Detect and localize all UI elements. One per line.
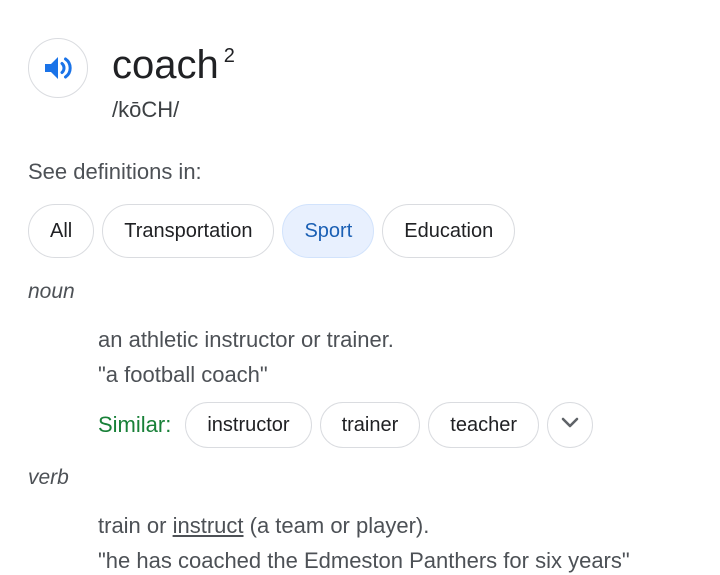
verb-definition-start: train or	[98, 513, 173, 538]
part-of-speech-noun: noun	[28, 280, 75, 303]
headword-block: coach 2 /kōCH/	[112, 42, 235, 124]
chip-transportation[interactable]: Transportation	[102, 204, 275, 258]
see-definitions-label: See definitions in:	[28, 159, 202, 184]
chip-sport[interactable]: Sport	[282, 204, 375, 258]
verb-definition: train or instruct (a team or player).	[98, 512, 429, 540]
chevron-down-icon	[560, 416, 580, 435]
similar-words-row: Similar: instructor trainer teacher	[98, 402, 594, 448]
part-of-speech-verb: verb	[28, 466, 69, 489]
chip-all[interactable]: All	[28, 204, 95, 258]
verb-example: "he has coached the Edmeston Panthers fo…	[98, 548, 630, 573]
pronunciation-audio-button[interactable]	[28, 38, 88, 98]
similar-word-trainer[interactable]: trainer	[319, 402, 421, 448]
similar-word-instructor[interactable]: instructor	[185, 402, 312, 448]
similar-word-teacher[interactable]: teacher	[428, 402, 540, 448]
headword-line: coach 2	[112, 42, 235, 88]
instruct-link[interactable]: instruct	[173, 513, 244, 538]
speaker-icon	[43, 55, 73, 81]
verb-definition-end: (a team or player).	[243, 513, 430, 538]
phonetic-spelling: /kōCH/	[112, 97, 180, 122]
chip-education[interactable]: Education	[382, 204, 516, 258]
definition-category-chips: All Transportation Sport Education	[28, 204, 516, 258]
headword-superscript: 2	[223, 45, 235, 67]
noun-example: "a football coach"	[98, 362, 268, 387]
similar-label: Similar:	[98, 412, 172, 437]
expand-similar-button[interactable]	[547, 402, 594, 448]
dictionary-header: coach 2 /kōCH/	[28, 38, 235, 124]
noun-definition: an athletic instructor or trainer.	[98, 327, 394, 352]
headword: coach	[112, 43, 219, 87]
